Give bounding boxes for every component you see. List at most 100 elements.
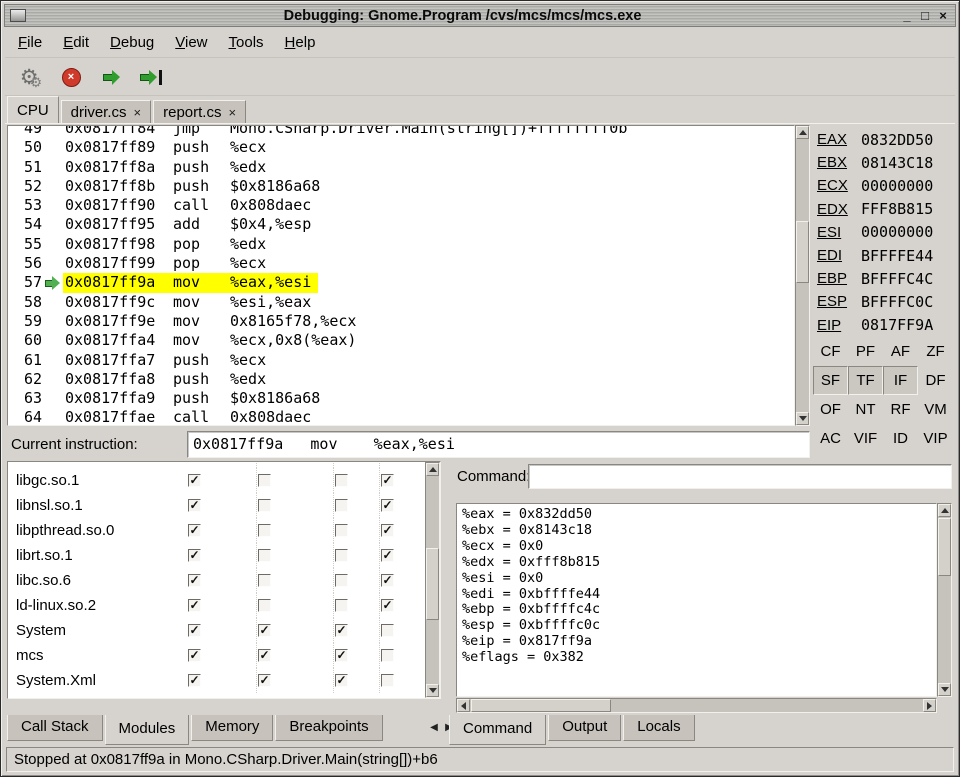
scroll-down-icon[interactable] (938, 683, 951, 696)
modules-scrollbar[interactable] (425, 462, 440, 698)
module-checkbox[interactable] (335, 474, 348, 487)
module-checkbox[interactable] (335, 461, 348, 462)
scroll-up-icon[interactable] (796, 126, 809, 139)
scroll-down-icon[interactable] (426, 684, 439, 697)
module-checkbox[interactable]: ✓ (335, 649, 348, 662)
flag-of[interactable]: OF (813, 395, 848, 424)
module-checkbox[interactable]: ✓ (381, 474, 394, 487)
flag-rf[interactable]: RF (883, 395, 918, 424)
module-checkbox[interactable]: ✓ (381, 574, 394, 587)
module-checkbox[interactable]: ✓ (188, 474, 201, 487)
disassembly-view[interactable]: 490x0817ff84jmpMono.CSharp.Driver.Main(s… (7, 125, 795, 426)
disassembly-line[interactable]: 630x0817ffa9push$0x8186a68 (8, 389, 794, 408)
flag-cf[interactable]: CF (813, 337, 848, 366)
module-checkbox[interactable] (335, 599, 348, 612)
module-checkbox[interactable] (335, 524, 348, 537)
module-row[interactable]: mcs✓✓✓ (8, 643, 440, 668)
flag-tf[interactable]: TF (848, 366, 883, 395)
modules-list[interactable]: libm.so.6✓✓libgc.so.1✓✓libnsl.so.1✓✓libp… (7, 461, 441, 699)
flag-zf[interactable]: ZF (918, 337, 953, 366)
scroll-down-icon[interactable] (796, 412, 809, 425)
tab-breakpoints[interactable]: Breakpoints (275, 715, 382, 741)
step-over-button[interactable] (138, 63, 164, 91)
module-checkbox[interactable] (258, 499, 271, 512)
run-button[interactable]: ⚙⚙ (18, 63, 44, 91)
disassembly-line[interactable]: 490x0817ff84jmpMono.CSharp.Driver.Main(s… (8, 125, 794, 138)
disassembly-line[interactable]: 620x0817ffa8push%edx (8, 370, 794, 389)
module-checkbox[interactable]: ✓ (188, 674, 201, 687)
titlebar[interactable]: Debugging: Gnome.Program /cvs/mcs/mcs/mc… (4, 4, 956, 27)
menu-help[interactable]: Help (285, 34, 316, 51)
module-row[interactable]: libc.so.6✓✓ (8, 568, 440, 593)
disassembly-line[interactable]: 640x0817ffaecall0x808daec (8, 408, 794, 426)
tab-report-cs[interactable]: report.cs× (153, 100, 246, 123)
flag-id[interactable]: ID (883, 424, 918, 453)
flag-vip[interactable]: VIP (918, 424, 953, 453)
module-checkbox[interactable] (381, 649, 394, 662)
module-checkbox[interactable]: ✓ (188, 461, 201, 462)
module-checkbox[interactable]: ✓ (381, 524, 394, 537)
module-row[interactable]: libm.so.6✓✓ (8, 461, 440, 468)
module-checkbox[interactable]: ✓ (188, 599, 201, 612)
close-button[interactable]: × (935, 7, 951, 24)
command-input[interactable] (528, 464, 952, 489)
disassembly-line[interactable]: 530x0817ff90call0x808daec (8, 196, 794, 215)
module-checkbox[interactable]: ✓ (381, 599, 394, 612)
scroll-up-icon[interactable] (426, 463, 439, 476)
flag-df[interactable]: DF (918, 366, 953, 395)
minimize-button[interactable]: _ (899, 7, 915, 24)
disassembly-scrollbar[interactable] (795, 125, 810, 426)
tab-locals[interactable]: Locals (623, 715, 694, 741)
module-checkbox[interactable]: ✓ (258, 674, 271, 687)
module-checkbox[interactable]: ✓ (381, 499, 394, 512)
disassembly-line[interactable]: 610x0817ffa7push%ecx (8, 351, 794, 370)
flag-nt[interactable]: NT (848, 395, 883, 424)
module-checkbox[interactable]: ✓ (335, 624, 348, 637)
module-row[interactable]: libnsl.so.1✓✓ (8, 493, 440, 518)
module-checkbox[interactable] (258, 599, 271, 612)
menu-view[interactable]: View (175, 34, 207, 51)
module-checkbox[interactable]: ✓ (188, 549, 201, 562)
disassembly-line[interactable]: 550x0817ff98pop%edx (8, 235, 794, 254)
command-output-hscrollbar[interactable] (456, 698, 937, 713)
disassembly-line[interactable]: 600x0817ffa4mov%ecx,0x8(%eax) (8, 331, 794, 350)
scrollbar-thumb[interactable] (938, 518, 951, 576)
module-row[interactable]: System.Xml✓✓✓ (8, 668, 440, 693)
tab-modules[interactable]: Modules (105, 715, 190, 745)
flag-ac[interactable]: AC (813, 424, 848, 453)
menu-debug[interactable]: Debug (110, 34, 154, 51)
module-checkbox[interactable] (258, 474, 271, 487)
flag-af[interactable]: AF (883, 337, 918, 366)
module-checkbox[interactable] (258, 461, 271, 462)
disassembly-line[interactable]: 590x0817ff9emov0x8165f78,%ecx (8, 312, 794, 331)
module-checkbox[interactable]: ✓ (188, 499, 201, 512)
module-checkbox[interactable] (258, 549, 271, 562)
module-row[interactable]: libgc.so.1✓✓ (8, 468, 440, 493)
scrollbar-thumb[interactable] (426, 548, 439, 620)
module-checkbox[interactable]: ✓ (188, 574, 201, 587)
command-output-view[interactable]: %eax = 0x832dd50 %ebx = 0x8143c18 %ecx =… (456, 503, 937, 697)
stop-button[interactable]: × (58, 63, 84, 91)
flag-if[interactable]: IF (883, 366, 918, 395)
tab-cpu[interactable]: CPU (7, 96, 59, 123)
module-row[interactable]: System✓✓✓ (8, 618, 440, 643)
module-checkbox[interactable] (335, 549, 348, 562)
module-checkbox[interactable]: ✓ (188, 624, 201, 637)
maximize-button[interactable]: □ (917, 7, 933, 24)
scroll-up-icon[interactable] (938, 504, 951, 517)
disassembly-line[interactable]: 560x0817ff99pop%ecx (8, 254, 794, 273)
scroll-right-icon[interactable] (923, 699, 936, 712)
tab-close-icon[interactable]: × (228, 102, 236, 123)
module-checkbox[interactable] (381, 674, 394, 687)
tab-driver-cs[interactable]: driver.cs× (61, 100, 151, 123)
current-instruction-field[interactable]: 0x0817ff9a mov %eax,%esi (187, 431, 810, 458)
disassembly-line[interactable]: 580x0817ff9cmov%esi,%eax (8, 293, 794, 312)
disassembly-line[interactable]: 510x0817ff8apush%edx (8, 158, 794, 177)
module-checkbox[interactable] (381, 624, 394, 637)
scrollbar-thumb[interactable] (796, 221, 809, 283)
module-checkbox[interactable] (258, 574, 271, 587)
module-checkbox[interactable]: ✓ (258, 649, 271, 662)
command-output-vscrollbar[interactable] (937, 503, 952, 697)
scroll-left-icon[interactable] (457, 699, 470, 712)
module-row[interactable]: librt.so.1✓✓ (8, 543, 440, 568)
